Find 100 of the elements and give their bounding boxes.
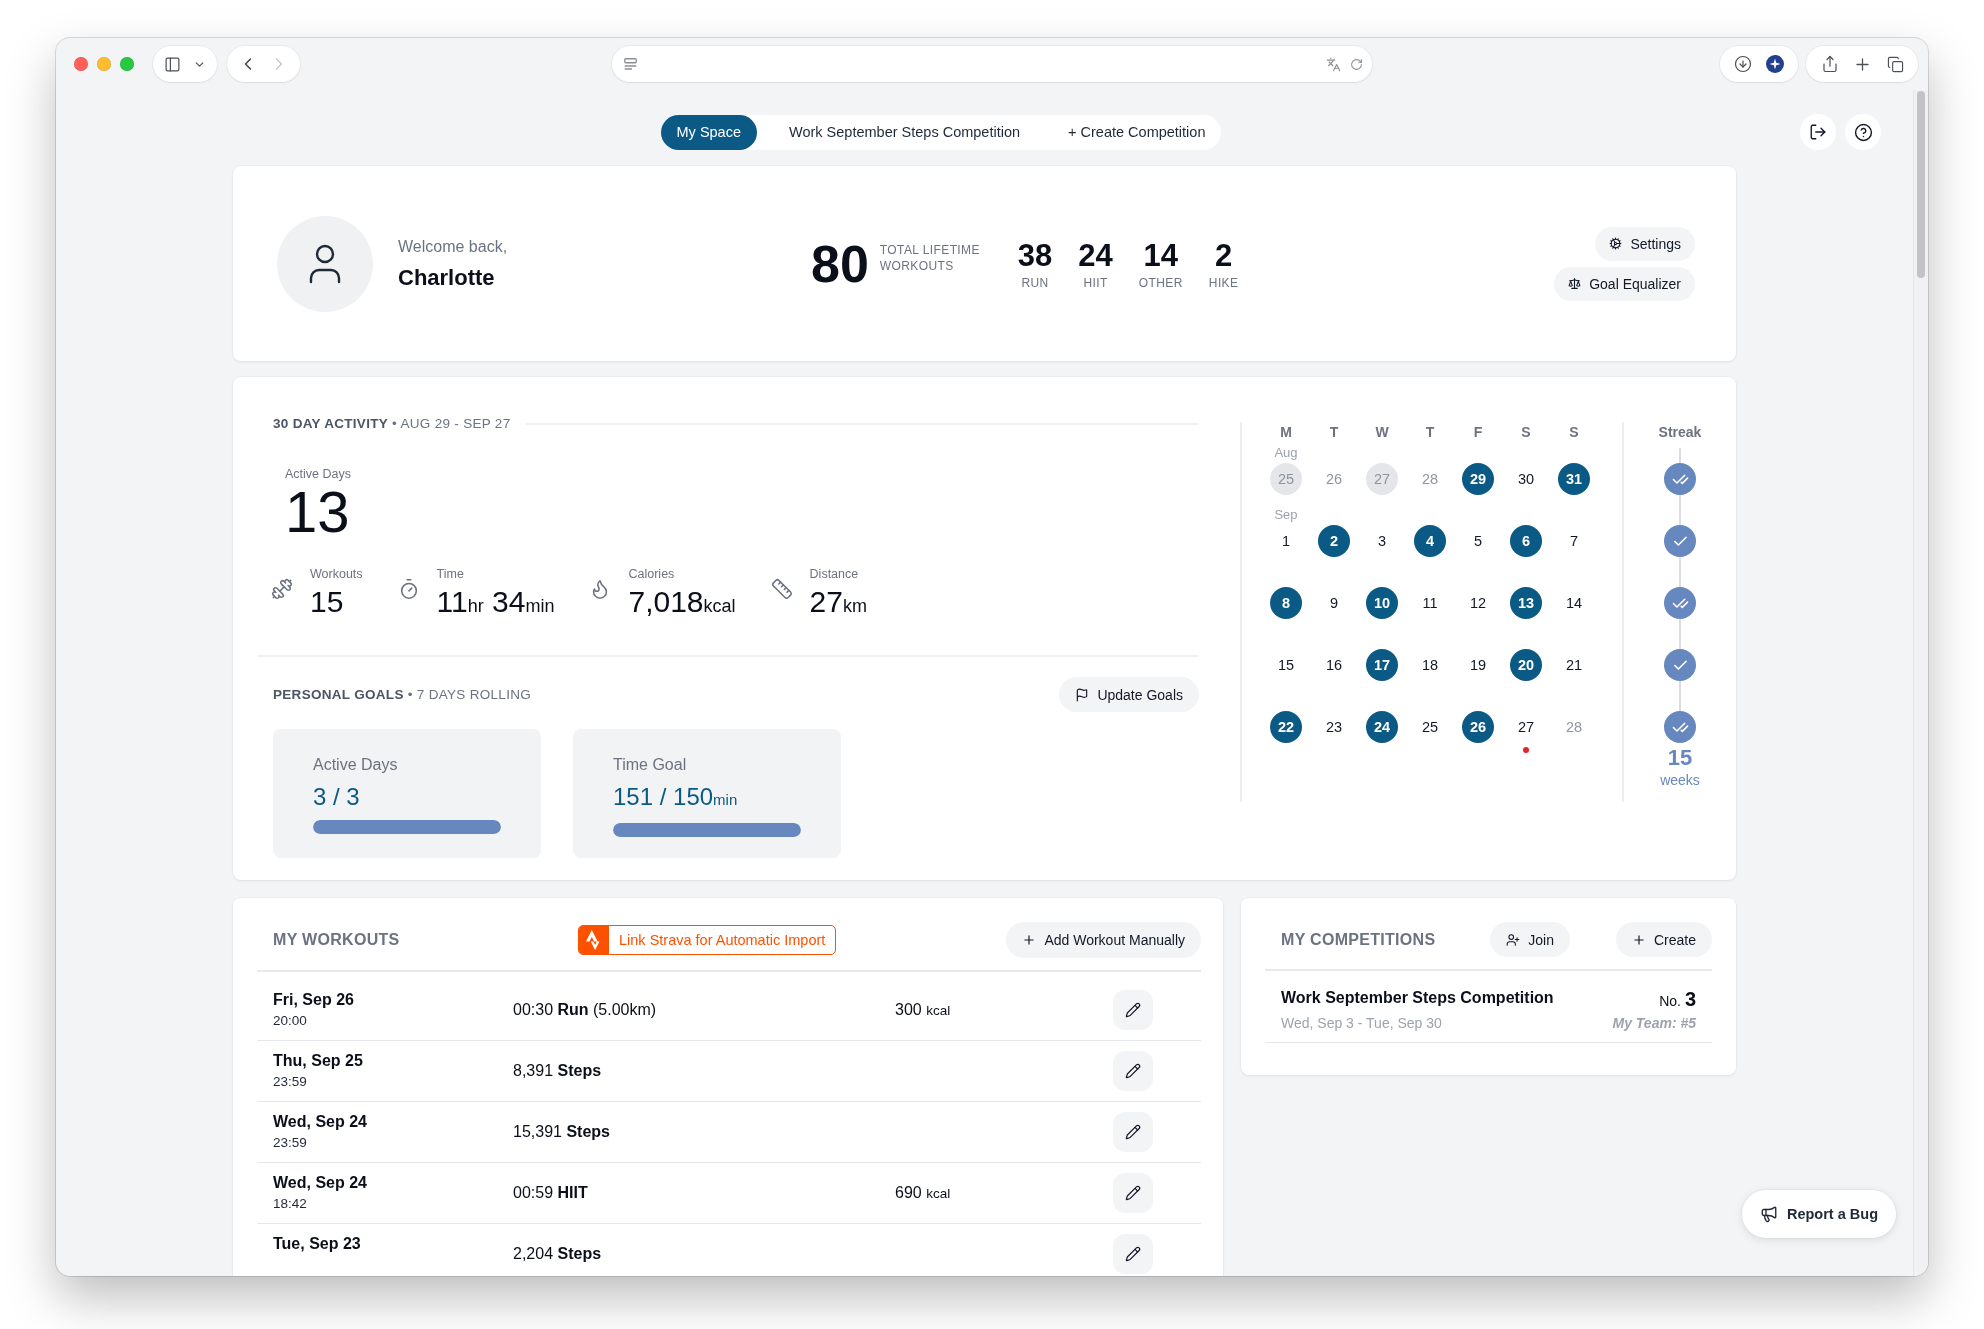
calendar-day: 16: [1318, 649, 1350, 681]
calendar-day: 24: [1366, 711, 1398, 743]
workout-type-label: HIIT: [1083, 275, 1108, 291]
team-rank: My Team: #5: [1612, 1014, 1696, 1032]
streak-title: Streak: [1658, 423, 1702, 442]
edit-button[interactable]: [1113, 1051, 1153, 1091]
tabs-overview-icon[interactable]: [1886, 55, 1904, 73]
workout-type-label: HIKE: [1208, 275, 1239, 291]
workout-date: Wed, Sep 24: [273, 1173, 367, 1193]
workout-summary: 00:59 HIIT: [513, 1183, 588, 1203]
month-label: Sep: [1273, 506, 1299, 524]
calendar-day: 15: [1270, 649, 1302, 681]
workout-summary: 15,391 Steps: [513, 1122, 610, 1142]
join-button[interactable]: Join: [1490, 922, 1570, 957]
calendar-day: 19: [1462, 649, 1494, 681]
total-workouts-count: 80: [811, 237, 869, 290]
weekday-label: T: [1328, 423, 1340, 442]
competition-name[interactable]: Work September Steps Competition: [1281, 988, 1554, 1008]
calendar-day: 26: [1462, 711, 1494, 743]
nav-tab[interactable]: Work September Steps Competition: [773, 114, 1037, 150]
workout-calories: 690 kcal: [895, 1182, 951, 1203]
create-button[interactable]: Create: [1615, 922, 1712, 957]
weekday-label: S: [1520, 423, 1532, 442]
calendar-day: 25: [1414, 711, 1446, 743]
calendar-day: 11: [1414, 587, 1446, 619]
weekday-label: T: [1424, 423, 1436, 442]
stat-label: Calories: [628, 566, 676, 582]
user-name: Charlotte: [398, 264, 496, 291]
settings-button[interactable]: Settings: [1595, 226, 1695, 261]
edit-button[interactable]: [1113, 990, 1153, 1030]
workout-type-label: OTHER: [1138, 275, 1183, 291]
calendar-day: 29: [1462, 463, 1494, 495]
plus-icon: [1631, 932, 1646, 947]
workout-date: Tue, Sep 23: [273, 1234, 361, 1254]
ruler-icon: [770, 578, 793, 600]
calendar-day: 27: [1510, 711, 1542, 743]
calendar-day: 1: [1270, 525, 1302, 557]
add-workout-button[interactable]: Add Workout Manually: [1006, 922, 1201, 958]
stat-label: Workouts: [310, 566, 363, 582]
nav-tab[interactable]: + Create Competition: [1052, 114, 1222, 150]
stat-value: 11hr 34min: [436, 585, 555, 620]
gear-icon: [1609, 237, 1623, 250]
active-days-label: Active Days: [285, 466, 351, 482]
translate-icon[interactable]: [1326, 56, 1341, 72]
workout-summary: 8,391 Steps: [513, 1061, 602, 1081]
competition-rank: No. 3: [1659, 988, 1696, 1012]
calendar-day: 13: [1510, 587, 1542, 619]
workout-time: 23:59: [273, 1073, 307, 1091]
pencil-icon: [1125, 1246, 1141, 1262]
calendar-day: 25: [1270, 463, 1302, 495]
edit-button[interactable]: [1113, 1173, 1153, 1213]
share-icon[interactable]: [1820, 55, 1839, 73]
calendar-day: 10: [1366, 587, 1398, 619]
flag-icon: [1075, 687, 1090, 702]
edit-button[interactable]: [1113, 1234, 1153, 1274]
sidebar-icon: [164, 55, 182, 73]
workout-type-count: 14: [1143, 240, 1179, 272]
goal-equalizer-button[interactable]: Goal Equalizer: [1554, 266, 1695, 301]
nav-tab[interactable]: My Space: [660, 114, 757, 150]
megaphone-icon: [1759, 1205, 1778, 1223]
card-title: MY WORKOUTS: [272, 930, 401, 950]
calendar-day: 31: [1558, 463, 1590, 495]
download-icon[interactable]: [1734, 55, 1752, 73]
workout-time: 20:00: [273, 1012, 307, 1030]
card-title: MY COMPETITIONS: [1280, 929, 1437, 950]
calendar-day: 9: [1318, 587, 1350, 619]
pencil-icon: [1125, 1124, 1141, 1140]
reload-icon[interactable]: [1350, 57, 1363, 71]
calendar-day: 4: [1414, 525, 1446, 557]
workout-calories: 300 kcal: [895, 999, 951, 1020]
edit-button[interactable]: [1113, 1112, 1153, 1152]
pencil-icon: [1125, 1185, 1141, 1201]
window-close-icon[interactable]: [74, 57, 88, 71]
workout-type-count: 24: [1078, 240, 1113, 272]
report-bug-button[interactable]: Report a Bug: [1741, 1190, 1896, 1238]
workout-type-count: 38: [1017, 240, 1053, 272]
stat-value: 15: [310, 585, 345, 619]
calendar-day: 27: [1366, 463, 1398, 495]
peak-logo-icon: [579, 926, 609, 954]
competition-dates: Wed, Sep 3 - Tue, Sep 30: [1281, 1014, 1443, 1032]
weekday-label: W: [1374, 423, 1390, 442]
calendar-day: 14: [1558, 587, 1590, 619]
calendar-day: 2: [1318, 525, 1350, 557]
weekday-label: M: [1279, 423, 1293, 442]
calendar-day: 8: [1270, 587, 1302, 619]
logout-icon[interactable]: [1800, 114, 1836, 150]
check-icon: [1664, 649, 1696, 681]
sidebar-toggle-button[interactable]: [153, 46, 217, 82]
goal-value: 3 / 3: [313, 782, 360, 812]
pencil-icon: [1125, 1063, 1141, 1079]
update-goals-button[interactable]: Update Goals: [1059, 677, 1199, 712]
workout-date: Fri, Sep 26: [273, 990, 354, 1010]
scrollbar-thumb[interactable]: [1917, 91, 1925, 278]
extension-icon[interactable]: [1766, 55, 1784, 73]
help-icon[interactable]: [1845, 114, 1881, 150]
page-icon: [624, 58, 637, 70]
workout-summary: 00:30 Run (5.00km): [513, 1000, 657, 1020]
calendar-day: 26: [1318, 463, 1350, 495]
workout-time: 18:42: [273, 1195, 307, 1213]
total-workouts-label: TOTAL LIFETIME WORKOUTS: [879, 241, 981, 274]
